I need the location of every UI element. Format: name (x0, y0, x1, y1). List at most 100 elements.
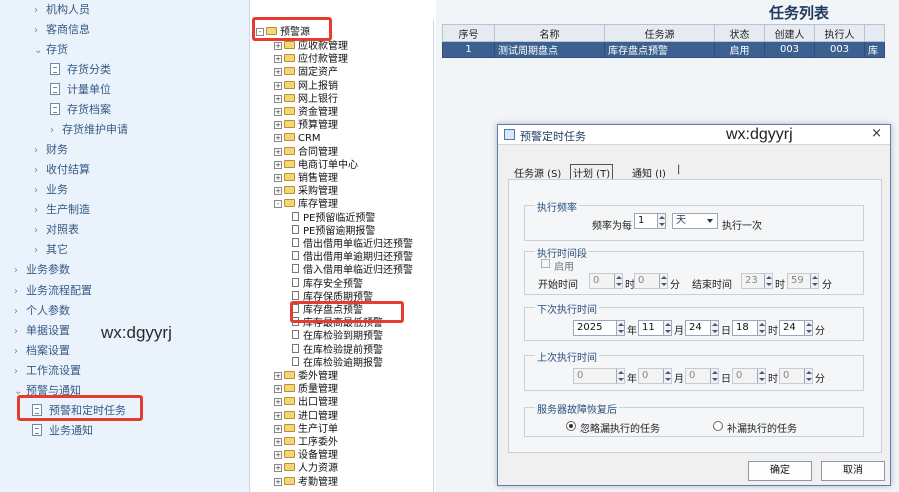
sidebar-item[interactable]: › 工作流设置 (14, 362, 81, 380)
collapse-icon[interactable]: - (274, 200, 282, 209)
expand-icon[interactable]: + (274, 147, 282, 156)
spin-arrows-icon[interactable] (710, 321, 718, 335)
column-header[interactable]: 执行人 (814, 24, 865, 42)
cancel-button[interactable]: 取消 (821, 461, 885, 481)
spin-arrows-icon[interactable] (804, 369, 812, 383)
expand-icon[interactable]: + (274, 464, 282, 473)
spin-arrows-icon[interactable] (663, 369, 671, 383)
sidebar-item[interactable]: › 业务流程配置 (14, 282, 92, 300)
tree-node[interactable]: + 生产订单 (274, 423, 338, 436)
tree-node[interactable]: 借出借用单逾期归还预警 (292, 251, 413, 264)
tree-node[interactable]: PE预留逾期报警 (292, 224, 375, 238)
expand-icon[interactable]: + (274, 68, 282, 77)
spin-arrows-icon[interactable] (804, 321, 812, 335)
last-day-stepper[interactable]: 0 (685, 368, 719, 384)
tree-node[interactable]: 在库检验逾期报警 (292, 356, 383, 370)
expand-icon[interactable]: + (274, 372, 282, 380)
end-hour-stepper[interactable]: 23 (741, 273, 773, 289)
tree-node[interactable]: 库存安全预警 (292, 277, 363, 291)
tree-node[interactable]: + 质量管理 (274, 383, 338, 396)
sidebar-item[interactable]: › 业务参数 (14, 261, 70, 279)
sidebar-item[interactable]: › 单据设置 (14, 322, 70, 340)
tree-node[interactable]: 借出借用单临近归还预警 (292, 238, 413, 251)
spin-arrows-icon[interactable] (810, 274, 818, 288)
tree-node[interactable]: + 网上报销 (274, 80, 338, 93)
sidebar-item[interactable]: › 收付结算 (34, 161, 90, 179)
close-icon[interactable]: × (871, 126, 882, 141)
spin-arrows-icon[interactable] (659, 274, 667, 288)
tree-node[interactable]: - 库存管理 (274, 198, 338, 211)
tree-node[interactable]: + 应付款管理 (274, 53, 348, 66)
tab-source[interactable]: 任务源 (S) (514, 165, 561, 180)
tree-node[interactable]: + 出口管理 (274, 396, 338, 409)
start-minute-stepper[interactable]: 0 (634, 273, 668, 289)
tree-node[interactable]: + 采购管理 (274, 185, 338, 198)
expand-icon[interactable]: + (274, 42, 282, 50)
column-header[interactable]: 状态 (714, 24, 765, 42)
run-missed-radio[interactable] (713, 421, 723, 431)
spin-arrows-icon[interactable] (616, 321, 624, 335)
sidebar-item[interactable]: › 生产制造 (34, 201, 90, 219)
expand-icon[interactable]: + (274, 108, 282, 116)
sidebar-item[interactable]: 计量单位 (50, 81, 111, 99)
last-year-stepper[interactable]: 0 (573, 368, 625, 384)
sidebar-item[interactable]: ⌄ 存货 (34, 41, 68, 59)
tree-node[interactable]: + 合同管理 (274, 146, 338, 159)
last-minute-stepper[interactable]: 0 (779, 368, 813, 384)
spin-arrows-icon[interactable] (764, 274, 772, 288)
sidebar-item[interactable]: › 客商信息 (34, 21, 90, 39)
tree-node[interactable]: + 工序委外 (274, 436, 338, 449)
tab-notify[interactable]: 通知 (I) (632, 165, 666, 180)
tree-node[interactable]: + 预算管理 (274, 119, 338, 132)
sidebar-item[interactable]: 存货分类 (50, 61, 111, 79)
ok-button[interactable]: 确定 (748, 461, 812, 481)
expand-icon[interactable]: + (274, 81, 282, 90)
next-minute-stepper[interactable]: 24 (779, 320, 813, 336)
sidebar-item[interactable]: 存货档案 (50, 101, 111, 119)
expand-icon[interactable]: + (274, 477, 282, 486)
sidebar-item[interactable]: › 存货维护申请 (50, 121, 128, 139)
tree-node[interactable]: + 销售管理 (274, 172, 338, 185)
expand-icon[interactable]: + (274, 187, 282, 196)
expand-icon[interactable]: + (274, 174, 282, 182)
next-day-stepper[interactable]: 24 (685, 320, 719, 336)
column-header[interactable]: 任务源 (604, 24, 715, 42)
tree-node[interactable]: + 考勤管理 (274, 476, 338, 489)
tree-node[interactable]: 在库检验到期预警 (292, 330, 383, 343)
spin-arrows-icon[interactable] (616, 369, 624, 383)
tree-node[interactable]: + 人力资源 (274, 462, 338, 475)
tree-node[interactable]: + 设备管理 (274, 449, 338, 462)
next-month-stepper[interactable]: 11 (638, 320, 672, 336)
tree-node[interactable]: + 委外管理 (274, 370, 338, 383)
tree-node[interactable]: + 电商订单中心 (274, 159, 358, 172)
column-header[interactable]: 名称 (494, 24, 605, 42)
expand-icon[interactable]: + (274, 160, 282, 169)
sidebar-item[interactable]: › 其它 (34, 241, 68, 259)
sidebar-item[interactable]: › 档案设置 (14, 342, 70, 360)
expand-icon[interactable]: + (274, 134, 282, 143)
frequency-stepper[interactable]: 1 (634, 213, 666, 229)
sidebar-item[interactable]: 业务通知 (32, 422, 93, 440)
column-header[interactable] (864, 24, 885, 42)
tree-node[interactable]: + 进口管理 (274, 410, 338, 423)
last-hour-stepper[interactable]: 0 (732, 368, 766, 384)
expand-icon[interactable]: + (274, 55, 282, 64)
expand-icon[interactable]: + (274, 94, 282, 103)
start-hour-stepper[interactable]: 0 (589, 273, 623, 289)
expand-icon[interactable]: + (274, 411, 282, 420)
sidebar-item[interactable]: › 机构人员 (34, 1, 90, 19)
tree-node[interactable]: + 资金管理 (274, 106, 338, 119)
enable-period-checkbox[interactable] (541, 259, 550, 268)
expand-icon[interactable]: + (274, 424, 282, 433)
tree-node[interactable]: + 固定资产 (274, 66, 338, 79)
frequency-unit-select[interactable]: 天 (672, 213, 718, 229)
expand-icon[interactable]: + (274, 438, 282, 446)
column-header[interactable]: 创建人 (764, 24, 815, 42)
tree-node[interactable]: 借入借用单临近归还预警 (292, 264, 413, 277)
next-hour-stepper[interactable]: 18 (732, 320, 766, 336)
sidebar-item[interactable]: › 财务 (34, 141, 68, 159)
tree-node[interactable]: 在库检验提前预警 (292, 343, 383, 357)
spin-arrows-icon[interactable] (757, 321, 765, 335)
tree-node[interactable]: PE预留临近预警 (292, 211, 375, 225)
spin-arrows-icon[interactable] (657, 214, 665, 228)
